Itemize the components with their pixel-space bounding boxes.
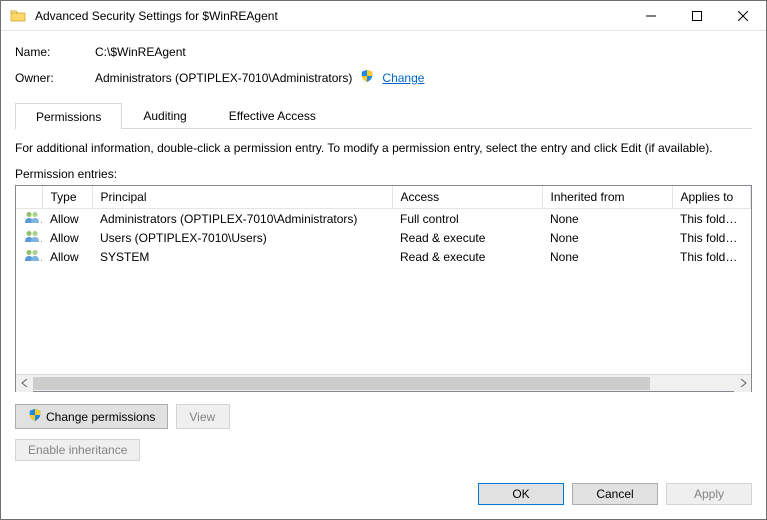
tab-auditing[interactable]: Auditing [122,102,207,128]
dialog-footer: OK Cancel Apply [1,473,766,519]
scroll-thumb[interactable] [33,377,650,390]
col-icon[interactable] [16,186,42,209]
name-value: C:\$WinREAgent [95,45,186,59]
col-inherited[interactable]: Inherited from [542,186,672,209]
close-button[interactable] [720,1,766,31]
entry-applies: This folder, subfolders and files [672,228,751,247]
content-area: Name: C:\$WinREAgent Owner: Administrato… [1,31,766,473]
horizontal-scrollbar[interactable] [16,374,751,391]
column-header-row[interactable]: Type Principal Access Inherited from App… [16,186,751,209]
owner-label: Owner: [15,71,95,85]
permission-entries-list[interactable]: Type Principal Access Inherited from App… [15,185,752,392]
window-root: Advanced Security Settings for $WinREAge… [0,0,767,520]
tab-effective-access[interactable]: Effective Access [208,102,337,128]
titlebar: Advanced Security Settings for $WinREAge… [1,1,766,31]
tab-permissions[interactable]: Permissions [15,103,122,129]
maximize-button[interactable] [674,1,720,31]
users-icon [16,247,42,266]
col-type[interactable]: Type [42,186,92,209]
entry-principal: Administrators (OPTIPLEX-7010\Administra… [92,209,392,229]
entry-type: Allow [42,209,92,229]
owner-row: Owner: Administrators (OPTIPLEX-7010\Adm… [15,69,752,86]
change-permissions-label: Change permissions [46,410,155,424]
change-permissions-button[interactable]: Change permissions [15,404,168,429]
change-owner-link[interactable]: Change [382,71,424,85]
cancel-button[interactable]: Cancel [572,483,658,505]
entries-label: Permission entries: [15,167,752,181]
scroll-right-icon[interactable] [734,375,751,392]
tab-body-permissions: For additional information, double-click… [15,129,752,473]
entry-inherited: None [542,228,672,247]
minimize-button[interactable] [628,1,674,31]
entry-applies: This folder, subfolders and files [672,247,751,266]
enable-inheritance-button: Enable inheritance [15,439,140,461]
entry-principal: SYSTEM [92,247,392,266]
scroll-left-icon[interactable] [16,375,33,392]
owner-value: Administrators (OPTIPLEX-7010\Administra… [95,71,352,85]
col-principal[interactable]: Principal [92,186,392,209]
entry-access: Read & execute [392,228,542,247]
name-row: Name: C:\$WinREAgent [15,45,752,59]
col-access[interactable]: Access [392,186,542,209]
entry-principal: Users (OPTIPLEX-7010\Users) [92,228,392,247]
folder-icon [7,5,29,27]
info-text: For additional information, double-click… [15,141,752,155]
entry-inherited: None [542,209,672,229]
name-label: Name: [15,45,95,59]
entry-access: Full control [392,209,542,229]
tab-strip: Permissions Auditing Effective Access [15,102,752,129]
permission-entry-row[interactable]: Allow SYSTEM Read & execute None This fo… [16,247,751,266]
enable-inheritance-label: Enable inheritance [28,443,127,457]
entry-type: Allow [42,228,92,247]
shield-icon [360,69,374,86]
entry-inherited: None [542,247,672,266]
permission-entry-row[interactable]: Allow Users (OPTIPLEX-7010\Users) Read &… [16,228,751,247]
view-button: View [176,404,230,429]
window-title: Advanced Security Settings for $WinREAge… [35,9,628,23]
shield-icon [28,408,42,425]
entry-access: Read & execute [392,247,542,266]
permission-entry-row[interactable]: Allow Administrators (OPTIPLEX-7010\Admi… [16,209,751,229]
col-applies[interactable]: Applies to [672,186,751,209]
ok-button[interactable]: OK [478,483,564,505]
users-icon [16,228,42,247]
users-icon [16,209,42,229]
entry-applies: This folder, subfolders and files [672,209,751,229]
entry-type: Allow [42,247,92,266]
apply-button: Apply [666,483,752,505]
view-label: View [189,410,215,424]
